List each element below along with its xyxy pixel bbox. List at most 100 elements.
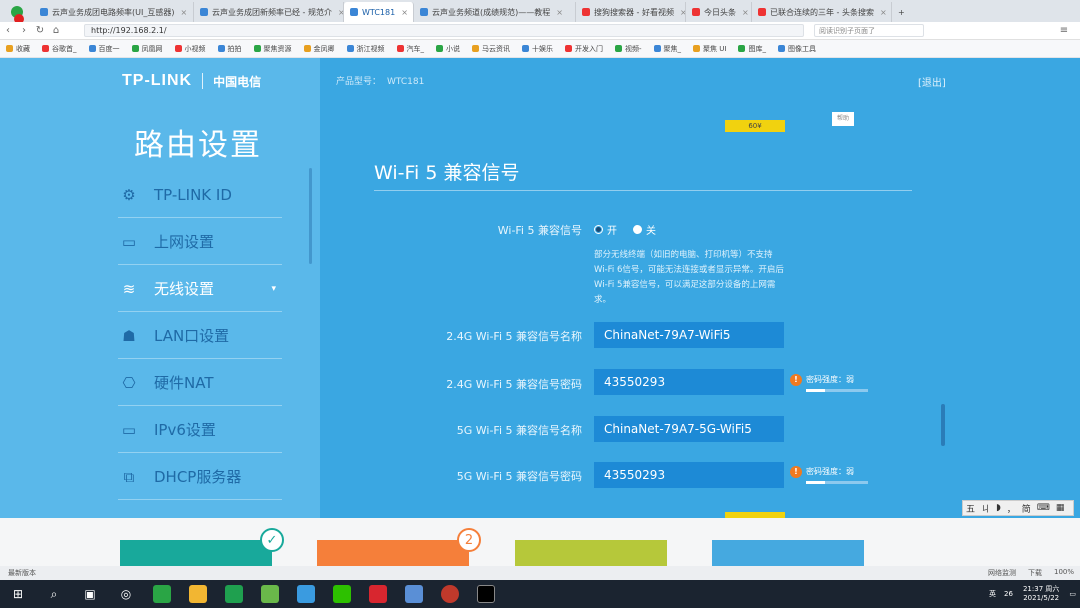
magnifier-icon[interactable]: ◎ bbox=[116, 584, 136, 604]
menu-icon[interactable]: ≡ bbox=[1056, 25, 1072, 36]
bookmark-item[interactable]: 图像工具 bbox=[777, 44, 816, 54]
ime-button[interactable]: ㄐ bbox=[981, 502, 990, 515]
browser-tab[interactable]: 云声业务成团电路频率(UI_互感器) × bbox=[34, 2, 194, 22]
zoom-level[interactable]: 100% bbox=[1054, 568, 1074, 578]
bookmark-icon bbox=[131, 45, 139, 52]
browser-tab[interactable]: 已联合连续的三年 - 头条搜索 × bbox=[752, 2, 892, 22]
bookmark-item[interactable]: 凤凰网 bbox=[131, 44, 163, 54]
close-icon[interactable]: × bbox=[401, 8, 408, 17]
app-green-icon[interactable] bbox=[261, 585, 279, 603]
bookmark-item[interactable]: 聚焦资源 bbox=[253, 44, 292, 54]
ssid-24g-input[interactable]: ChinaNet-79A7-WiFi5 bbox=[594, 322, 784, 348]
bookmark-item[interactable]: 谷歌首_ bbox=[42, 44, 77, 54]
sidebar-item[interactable]: ▭ 上网设置 bbox=[118, 219, 282, 265]
sidebar-item[interactable]: ☗ LAN口设置 bbox=[118, 313, 282, 359]
bookmark-item[interactable]: 十娱乐 bbox=[522, 44, 553, 54]
password-5g-input[interactable]: 43550293 bbox=[594, 462, 784, 488]
password-24g-input[interactable]: 43550293 bbox=[594, 369, 784, 395]
tray-temp: 26 bbox=[1004, 590, 1013, 598]
password-strength: ! 密码强度：弱 bbox=[790, 466, 868, 484]
radio-on[interactable]: 开 bbox=[594, 222, 617, 237]
help-tag[interactable]: 帮助 bbox=[832, 112, 854, 126]
bookmark-item[interactable]: 拍拍 bbox=[217, 44, 242, 54]
ime-button[interactable]: ◗ bbox=[996, 503, 1001, 513]
bookmark-item[interactable]: 小说 bbox=[436, 44, 460, 54]
ime-button[interactable]: ▦ bbox=[1056, 503, 1065, 513]
notification-icon[interactable]: ▭ bbox=[1069, 590, 1076, 598]
bookmark-item[interactable]: 金凤卿 bbox=[303, 44, 335, 54]
step-3[interactable] bbox=[515, 540, 667, 566]
bookmark-item[interactable]: 收藏 bbox=[6, 44, 30, 54]
browser-app-icon[interactable] bbox=[153, 585, 171, 603]
app-doc-icon[interactable] bbox=[405, 585, 423, 603]
url-input[interactable]: http://192.168.2.1/ bbox=[84, 24, 804, 37]
bookmark-item[interactable]: 汽车_ bbox=[396, 44, 424, 54]
ssid-24g-label: 2.4G Wi-Fi 5 兼容信号名称 bbox=[446, 330, 582, 343]
bookmark-item[interactable]: 马云资讯 bbox=[472, 44, 510, 54]
bookmark-icon bbox=[522, 45, 529, 52]
ime-button[interactable]: 五 bbox=[966, 502, 975, 515]
bookmark-item[interactable]: 聚焦 UI bbox=[693, 44, 726, 54]
step-4[interactable] bbox=[712, 540, 864, 566]
windows-start-icon[interactable]: ⊞ bbox=[8, 584, 28, 604]
bookmark-item[interactable]: 浙江视频 bbox=[346, 44, 385, 54]
radio-off[interactable]: 关 bbox=[633, 222, 656, 237]
step-2[interactable]: 2 bbox=[317, 528, 481, 566]
sidebar-item[interactable]: ⎔ 硬件NAT bbox=[118, 360, 282, 406]
section-title: Wi-Fi 5 兼容信号 bbox=[374, 162, 520, 184]
exit-link[interactable]: [退出] bbox=[918, 74, 946, 89]
sidebar-item[interactable]: ⚙ TP-LINK ID bbox=[118, 172, 282, 218]
search-input[interactable]: 阅读识别子页面了 bbox=[814, 24, 924, 37]
ime-button[interactable]: ⌨ bbox=[1037, 503, 1050, 513]
search-icon[interactable]: ⌕ bbox=[44, 584, 64, 604]
sidebar-item[interactable]: ⧉ DHCP服务器 bbox=[118, 454, 282, 500]
sidebar-item[interactable]: ▭ IPv6设置 bbox=[118, 407, 282, 453]
ime-button[interactable]: ， bbox=[1007, 502, 1016, 515]
content-scrollbar[interactable] bbox=[941, 404, 945, 446]
close-icon[interactable]: × bbox=[556, 8, 563, 17]
close-icon[interactable]: × bbox=[880, 8, 887, 17]
close-icon[interactable]: × bbox=[742, 8, 749, 17]
app-s-icon[interactable] bbox=[225, 585, 243, 603]
browser-tab[interactable]: 云声业务频道(成绩规范)——教程 × bbox=[414, 2, 576, 22]
bookmark-item[interactable]: 聚焦_ bbox=[653, 44, 681, 54]
bookmark-item[interactable]: 图库_ bbox=[738, 44, 766, 54]
clock[interactable]: 21:37 周六 2021/5/22 bbox=[1023, 585, 1059, 603]
password-strength: ! 密码强度：弱 bbox=[790, 374, 868, 392]
ime-button[interactable]: 简 bbox=[1022, 502, 1031, 515]
compat-signal-label: Wi-Fi 5 兼容信号 bbox=[497, 224, 582, 237]
bookmark-item[interactable]: 视频- bbox=[615, 44, 642, 54]
task-view-icon[interactable]: ▣ bbox=[80, 584, 100, 604]
file-explorer-icon[interactable] bbox=[189, 585, 207, 603]
sidebar-item[interactable]: ≋ 无线设置 ▾ bbox=[118, 266, 282, 312]
browser-logo-icon[interactable] bbox=[0, 2, 34, 24]
back-icon[interactable]: ‹ bbox=[0, 25, 16, 36]
browser-tab[interactable]: 云声业务成团新频率已经 - 规范介× bbox=[194, 2, 344, 22]
app-record-icon[interactable] bbox=[441, 585, 459, 603]
close-icon[interactable]: × bbox=[180, 8, 187, 17]
strength-bar bbox=[806, 481, 868, 484]
browser-status-bar: 最新版本 网络监测 下载 100% bbox=[0, 566, 1080, 580]
telecom-logo: 中国电信 bbox=[213, 74, 262, 89]
step-1[interactable]: ✓ bbox=[120, 528, 284, 566]
bookmark-item[interactable]: 小视频 bbox=[174, 44, 206, 54]
browser-tab[interactable]: 搜狗搜索器 - 好看视频× bbox=[576, 2, 686, 22]
sidebar-scrollbar[interactable] bbox=[309, 168, 312, 264]
bookmark-item[interactable]: 百度一 bbox=[88, 44, 120, 54]
home-icon[interactable]: ⌂ bbox=[48, 25, 64, 36]
app-red-icon[interactable] bbox=[369, 585, 387, 603]
forward-icon[interactable]: › bbox=[16, 25, 32, 36]
bookmark-item[interactable]: 开发入门 bbox=[565, 44, 603, 54]
tray-language[interactable]: 英 bbox=[989, 589, 996, 599]
ssid-5g-input[interactable]: ChinaNet-79A7-5G-WiFi5 bbox=[594, 416, 784, 442]
app-colorful-icon[interactable] bbox=[297, 585, 315, 603]
download-button[interactable]: 下载 bbox=[1028, 568, 1042, 578]
new-tab-button[interactable]: + bbox=[892, 2, 911, 22]
refresh-icon[interactable]: ↻ bbox=[32, 25, 48, 36]
browser-tab-active[interactable]: WTC181 × bbox=[344, 2, 414, 22]
terminal-icon[interactable] bbox=[477, 585, 495, 603]
wechat-icon[interactable] bbox=[333, 585, 351, 603]
browser-tab[interactable]: 今日头条 × bbox=[686, 2, 752, 22]
ssid-5g-label: 5G Wi-Fi 5 兼容信号名称 bbox=[456, 424, 582, 437]
network-status[interactable]: 网络监测 bbox=[988, 568, 1016, 578]
